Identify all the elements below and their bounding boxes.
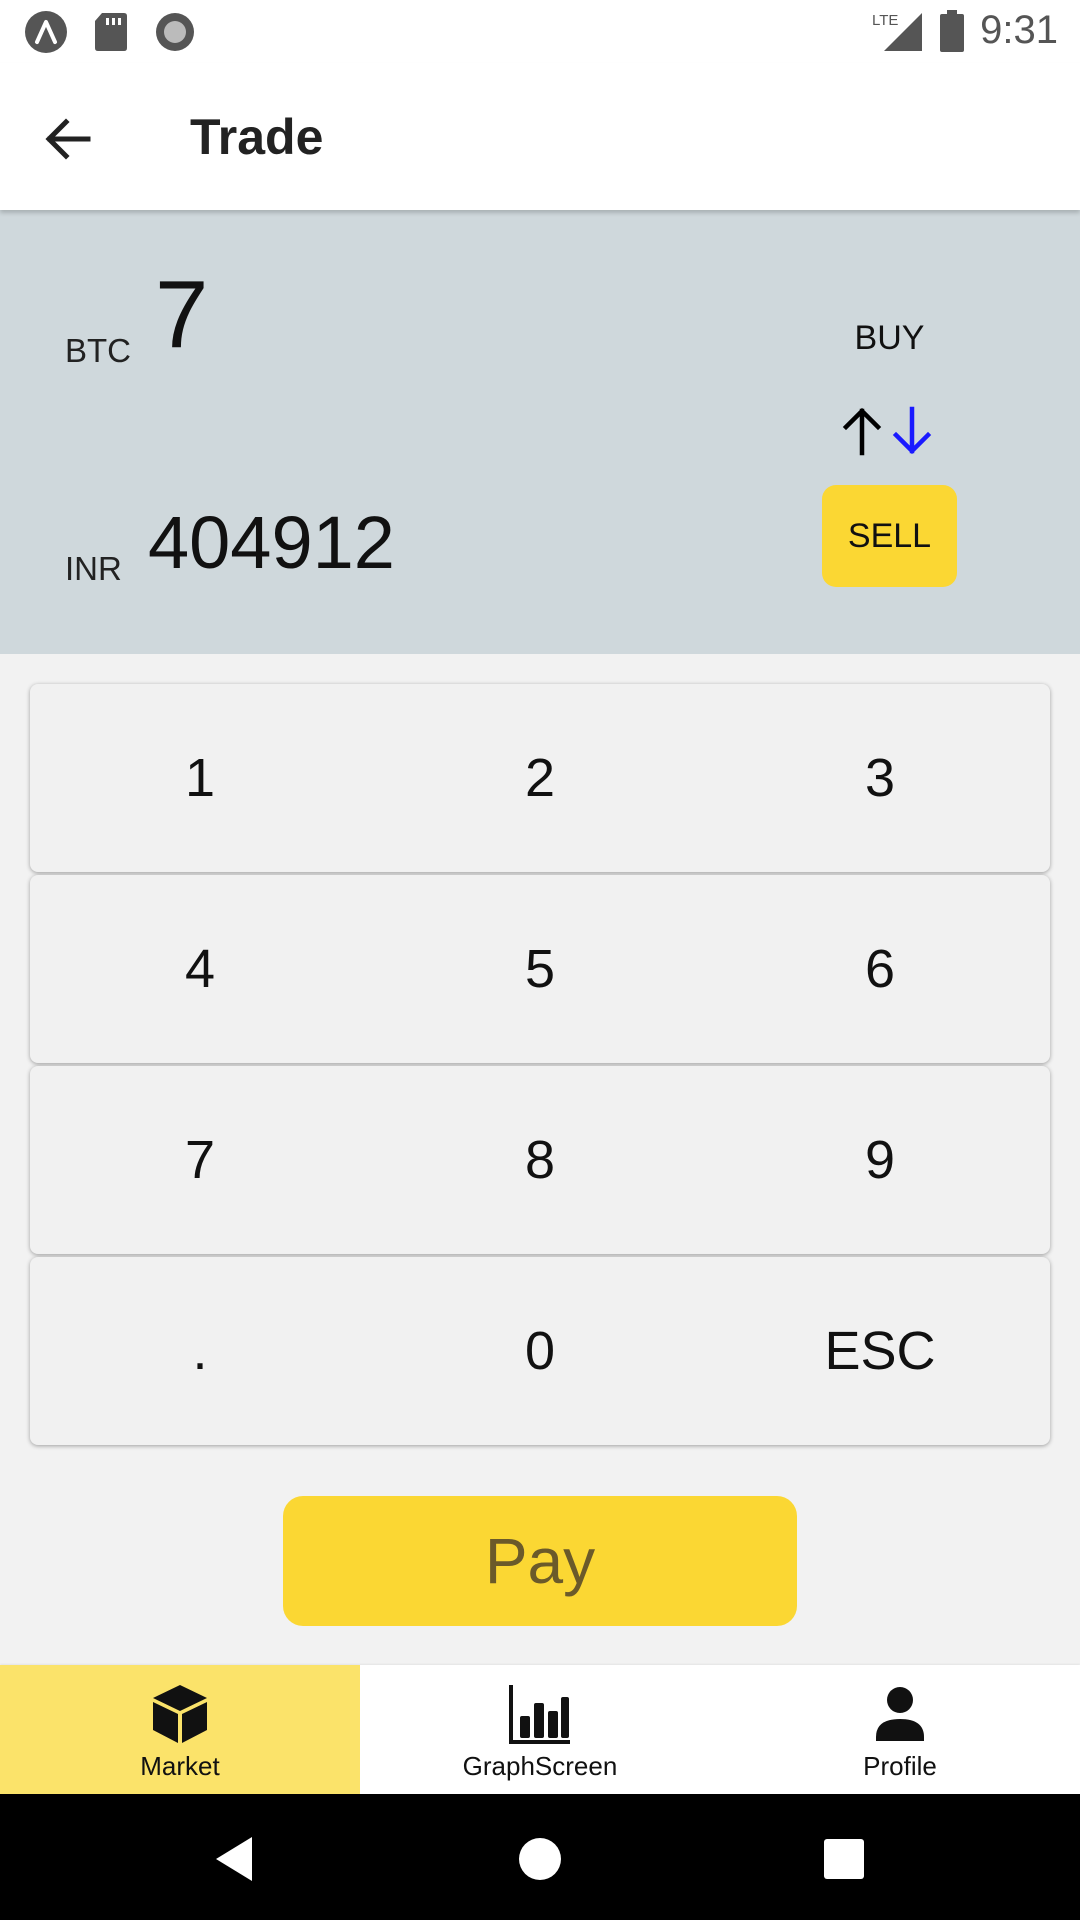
record-icon [156,13,194,51]
keypad-row: 1 2 3 [30,684,1050,872]
key-1[interactable]: 1 [30,684,370,872]
status-bar-left-icons [24,10,196,54]
buy-button[interactable]: BUY [822,298,957,378]
network-label: LTE [872,12,898,29]
keypad-row: 7 8 9 [30,1066,1050,1254]
sd-card-icon [95,13,127,51]
key-7[interactable]: 7 [30,1066,370,1254]
system-home-button[interactable] [512,1831,568,1887]
triangle-back-icon [216,1837,252,1881]
nav-item-graphscreen[interactable]: GraphScreen [360,1665,720,1794]
back-button[interactable] [38,109,98,169]
nav-label-graphscreen: GraphScreen [462,1751,618,1781]
app-bar: Trade [0,63,1080,210]
key-5[interactable]: 5 [370,875,710,1063]
app-a-icon [25,11,67,53]
keypad-row: . 0 ESC [30,1257,1050,1445]
arrow-down-icon [892,406,932,455]
square-recents-icon [824,1839,864,1879]
btc-amount-field[interactable]: 7 [155,260,208,370]
battery-icon [940,9,965,52]
status-time: 9:31 [980,8,1058,52]
btc-label: BTC [65,332,131,369]
page-title: Trade [190,109,324,165]
sell-button[interactable]: SELL [822,485,957,587]
cube-icon [153,1685,207,1743]
swap-direction-toggle[interactable] [840,405,934,457]
system-back-button[interactable] [206,1831,262,1887]
status-bar: LTE 9:31 [0,0,1080,63]
nav-label-profile: Profile [863,1751,937,1781]
bar-chart-icon [509,1685,570,1744]
key-3[interactable]: 3 [710,684,1050,872]
signal-icon: LTE [872,12,923,51]
bottom-navigation: Market GraphScreen Profile [0,1665,1080,1794]
status-bar-right-icons: LTE 9:31 [872,8,1058,53]
key-8[interactable]: 8 [370,1066,710,1254]
key-6[interactable]: 6 [710,875,1050,1063]
arrow-up-icon [842,407,882,456]
nav-item-market[interactable]: Market [0,1665,360,1794]
key-0[interactable]: 0 [370,1257,710,1445]
inr-label: INR [65,550,122,587]
system-navigation-bar [0,1794,1080,1920]
trade-panel: BTC 7 INR 404912 BUY SELL [0,210,1080,654]
arrow-back-icon [45,118,91,160]
system-recents-button[interactable] [816,1831,872,1887]
keypad-row: 4 5 6 [30,875,1050,1063]
key-decimal[interactable]: . [30,1257,370,1445]
person-icon [876,1687,924,1741]
inr-amount-field[interactable]: 404912 [148,500,395,585]
number-keypad: 1 2 3 4 5 6 7 8 9 . 0 ESC [30,684,1050,1448]
key-esc[interactable]: ESC [710,1257,1050,1445]
circle-home-icon [519,1838,561,1880]
nav-label-market: Market [140,1751,220,1781]
key-4[interactable]: 4 [30,875,370,1063]
key-2[interactable]: 2 [370,684,710,872]
nav-item-profile[interactable]: Profile [720,1665,1080,1794]
pay-button[interactable]: Pay [283,1496,797,1626]
key-9[interactable]: 9 [710,1066,1050,1254]
